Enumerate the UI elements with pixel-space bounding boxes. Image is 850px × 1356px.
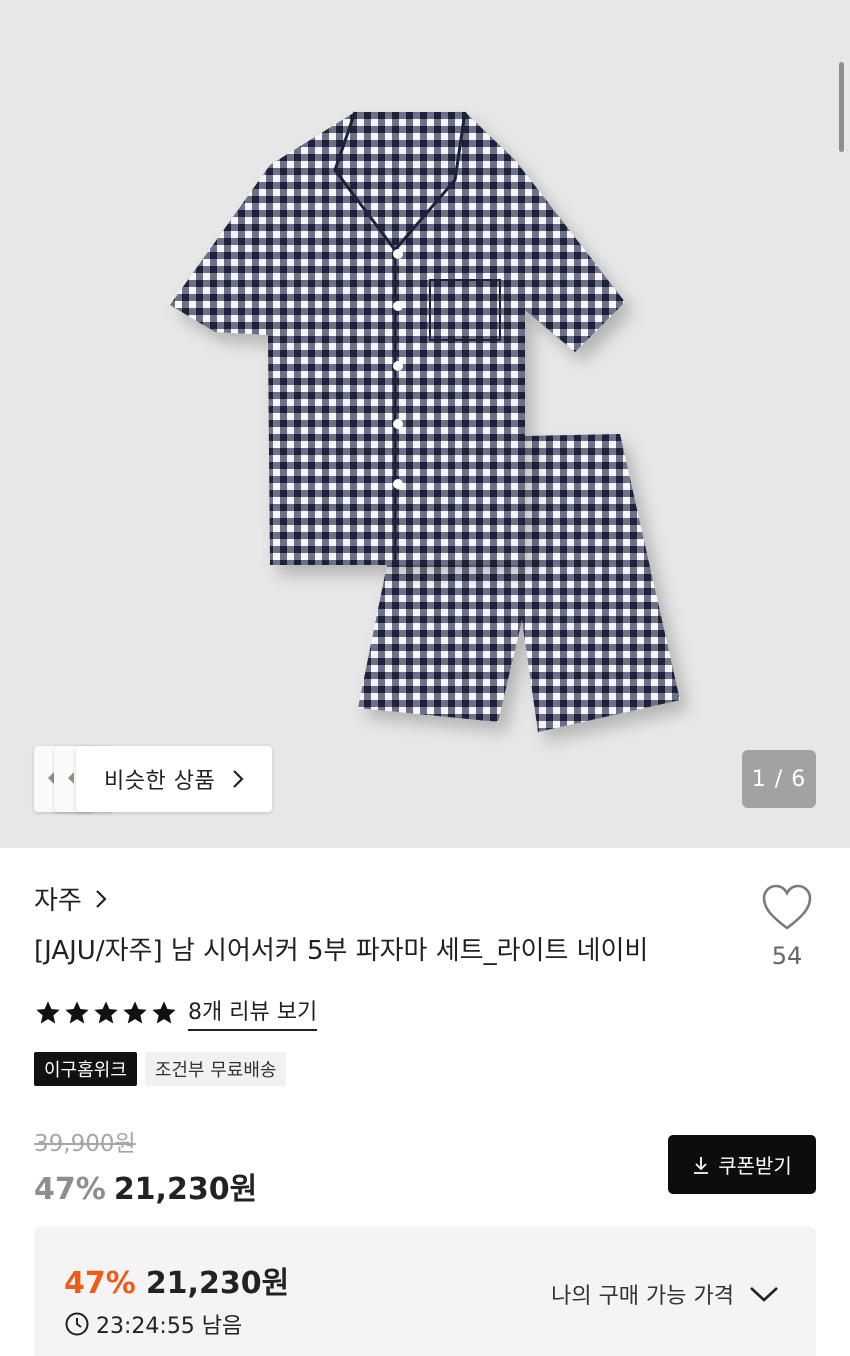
timer-text: 23:24:55 남음 <box>96 1314 243 1339</box>
event-badge: 이구홈위크 <box>34 1052 137 1086</box>
star-icon <box>65 1000 89 1023</box>
star-icon <box>94 1000 118 1023</box>
original-price: 39,900원 <box>34 1131 136 1157</box>
product-image-gallery[interactable]: 비슷한 상품 1 / 6 <box>0 0 850 848</box>
review-link[interactable]: 8개 리뷰 보기 <box>188 994 318 1031</box>
wishlist-button[interactable]: 54 <box>758 884 816 970</box>
deal-timer: 23:24:55 남음 <box>64 1308 242 1340</box>
similar-products-label: 비슷한 상품 <box>104 769 216 794</box>
image-pager: 1 / 6 <box>742 750 816 808</box>
star-icon <box>152 1000 176 1023</box>
product-title: [JAJU/자주] 남 시어서커 5부 파자마 세트_라이트 네이비 <box>34 936 649 966</box>
my-price-label: 나의 구매 가능 가격 <box>551 1284 734 1309</box>
similar-products-button[interactable]: 비슷한 상품 <box>34 746 272 812</box>
price-row: 47% 21,230원 <box>34 1164 257 1208</box>
similar-products-card[interactable]: 비슷한 상품 <box>76 746 272 812</box>
rating-row: 8개 리뷰 보기 <box>34 994 318 1031</box>
star-icon <box>123 1000 147 1023</box>
coupon-download-button[interactable]: 쿠폰받기 <box>668 1135 816 1194</box>
sale-price: 21,230원 <box>113 1172 258 1207</box>
coupon-label: 쿠폰받기 <box>718 1154 792 1178</box>
heart-icon <box>762 884 812 930</box>
product-image <box>170 111 680 732</box>
shipping-badge: 조건부 무료배송 <box>144 1052 287 1086</box>
wish-count: 54 <box>771 942 803 970</box>
chevron-down-icon <box>750 1287 778 1302</box>
download-icon <box>694 1156 709 1174</box>
deal-price-row: 47% 21,230원 <box>64 1258 289 1302</box>
scroll-indicator[interactable] <box>839 62 844 152</box>
star-rating <box>34 999 179 1027</box>
star-icon <box>36 1000 60 1023</box>
badge-row: 이구홈위크 조건부 무료배송 <box>34 1052 287 1086</box>
clock-icon <box>65 1312 89 1336</box>
discount-rate: 47% <box>34 1172 106 1207</box>
my-price-toggle[interactable]: 나의 구매 가능 가격 <box>551 1278 780 1310</box>
brand-link[interactable]: 자주 <box>34 880 108 917</box>
deal-price: 21,230원 <box>145 1266 290 1301</box>
brand-name: 자주 <box>34 886 82 916</box>
chevron-right-icon <box>233 770 244 788</box>
deal-price-panel[interactable]: 47% 21,230원 23:24:55 남음 나의 구매 가능 가격 <box>34 1226 816 1356</box>
chevron-right-icon <box>96 889 107 908</box>
deal-discount: 47% <box>64 1266 136 1301</box>
